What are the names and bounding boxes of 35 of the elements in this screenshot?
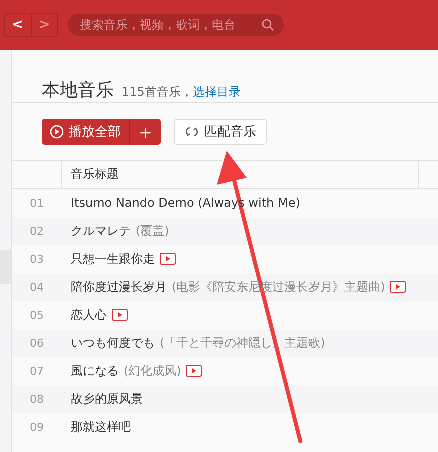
- mv-icon[interactable]: [186, 365, 202, 377]
- track-number: 07: [29, 364, 45, 378]
- song-subtitle: (幻化成风): [124, 362, 182, 380]
- song-title: 那就这样吧: [71, 418, 131, 436]
- page-title: 本地音乐: [42, 79, 114, 102]
- song-title: いつも何度でも: [71, 334, 155, 352]
- mv-icon[interactable]: [112, 309, 128, 321]
- play-icon: [50, 125, 64, 139]
- refresh-icon: [185, 126, 200, 138]
- track-number: 01: [29, 196, 45, 210]
- track-number: 06: [29, 336, 45, 350]
- track-number: 05: [29, 308, 45, 322]
- track-number: 02: [29, 224, 45, 238]
- song-title: 只想一生跟你走: [71, 250, 155, 268]
- search-field[interactable]: 搜索音乐，视频，歌词，电台: [68, 14, 284, 36]
- song-subtitle: (覆盖): [136, 222, 170, 240]
- song-title: クルマレテ: [71, 222, 131, 240]
- track-number: 03: [29, 252, 45, 266]
- choose-folder-link[interactable]: 选择目录: [192, 84, 241, 101]
- mv-icon[interactable]: [390, 281, 406, 293]
- track-number: 04: [29, 280, 45, 294]
- play-all-button[interactable]: 播放全部: [42, 119, 129, 145]
- track-number: 09: [29, 420, 45, 434]
- song-title: 風になる: [71, 362, 119, 380]
- mv-icon[interactable]: [160, 253, 176, 265]
- match-music-button[interactable]: 匹配音乐: [174, 119, 268, 145]
- add-button[interactable]: +: [129, 119, 162, 145]
- song-title: 故乡的原风景: [71, 390, 143, 408]
- back-button[interactable]: <: [5, 14, 31, 36]
- search-icon[interactable]: [262, 19, 274, 31]
- song-title: 陪你度过漫长岁月: [71, 278, 167, 296]
- song-title: 恋人心: [71, 306, 107, 324]
- track-number: 08: [29, 392, 45, 406]
- song-subtitle: (「千と千尋の神隠し」主題歌): [160, 334, 326, 352]
- song-count: 115首音乐，: [122, 84, 193, 101]
